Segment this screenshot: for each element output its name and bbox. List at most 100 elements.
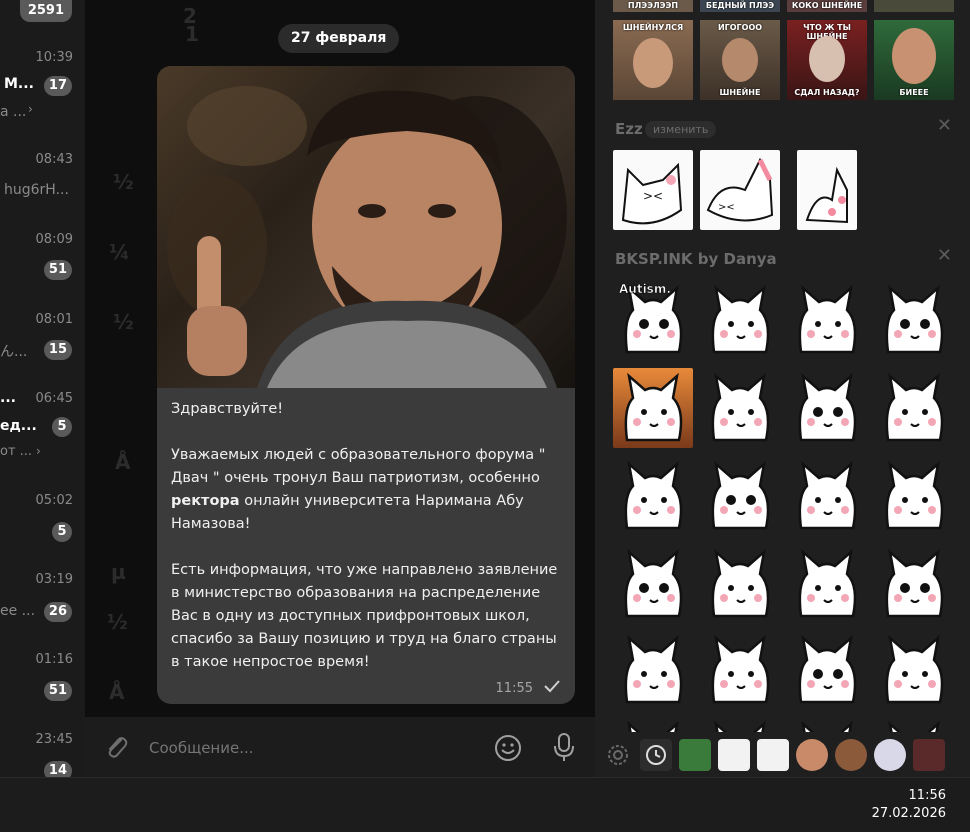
cat-sticker-art bbox=[711, 372, 770, 442]
background-pattern: 1 bbox=[185, 22, 199, 46]
sticker[interactable] bbox=[874, 0, 954, 12]
sticker-caption: БИЕЕЕ bbox=[899, 88, 929, 97]
message-greeting: Здравствуйте! bbox=[171, 401, 284, 417]
settings-icon[interactable] bbox=[606, 743, 630, 767]
chat-list-item[interactable]: 03:19 ee ... 26 bbox=[0, 563, 85, 643]
sticker[interactable] bbox=[874, 544, 954, 624]
chat-list-item[interactable]: 01:16 51 bbox=[0, 643, 85, 723]
sticker[interactable]: БЕДНЫЙ ПЛЭЭ bbox=[700, 0, 780, 12]
sticker[interactable] bbox=[700, 630, 780, 710]
sticker[interactable]: ПЛЭЭЛЭЭП bbox=[613, 0, 693, 12]
background-pattern: ½ bbox=[113, 310, 134, 334]
chat-snippet: от ... bbox=[0, 444, 33, 459]
sticker[interactable] bbox=[613, 456, 693, 536]
background-pattern: Å bbox=[109, 680, 125, 704]
sticker[interactable] bbox=[613, 716, 693, 732]
chat-list-item[interactable]: 10:39 М... 17 а ... › bbox=[0, 40, 85, 120]
tab-sticker-set-face[interactable] bbox=[796, 739, 828, 771]
tab-sticker-set-bunny[interactable] bbox=[874, 739, 906, 771]
chat-snippet: ん... bbox=[0, 344, 28, 360]
sticker[interactable] bbox=[613, 368, 693, 448]
cat-sticker-art bbox=[711, 460, 770, 530]
chat-list: 2591 10:39 М... 17 а ... › 08:43 hug6rH.… bbox=[0, 0, 85, 777]
sticker[interactable] bbox=[700, 716, 780, 732]
chat-list-item[interactable]: 08:43 hug6rH... bbox=[0, 142, 85, 222]
message-bubble[interactable]: Здравствуйте! Уважаемых людей с образова… bbox=[157, 66, 575, 704]
sticker-face bbox=[892, 28, 936, 84]
sticker[interactable] bbox=[797, 150, 857, 230]
chat-time: 10:39 bbox=[35, 50, 73, 65]
cat-sticker-art bbox=[711, 284, 770, 354]
sticker[interactable] bbox=[700, 368, 780, 448]
sticker[interactable] bbox=[787, 456, 867, 536]
sticker[interactable] bbox=[787, 368, 867, 448]
cat-sticker-art bbox=[627, 720, 679, 732]
unread-badge: 17 bbox=[43, 76, 72, 96]
unread-badge: 5 bbox=[52, 522, 72, 542]
message-text: Здравствуйте! Уважаемых людей с образова… bbox=[171, 398, 567, 674]
chat-list-item[interactable]: 08:01 ん... 15 bbox=[0, 303, 85, 383]
sticker[interactable]: БИЕЕЕ bbox=[874, 20, 954, 100]
chat-list-item[interactable]: 05:02 5 bbox=[0, 484, 85, 564]
tab-recent[interactable] bbox=[640, 739, 672, 771]
chat-area: 2 1 ½ ¼ ½ Å µ ½ Å 27 февраля Здравствуйт… bbox=[85, 0, 595, 717]
sticker[interactable] bbox=[874, 630, 954, 710]
sticker-set-title: Ezz bbox=[615, 120, 643, 138]
sticker[interactable] bbox=[874, 368, 954, 448]
tab-sticker-set-last[interactable] bbox=[913, 739, 945, 771]
sticker[interactable] bbox=[787, 716, 867, 732]
sticker[interactable] bbox=[787, 280, 867, 360]
attach-icon[interactable] bbox=[103, 734, 131, 762]
sticker[interactable]: >< bbox=[613, 150, 693, 230]
emoji-icon[interactable] bbox=[493, 733, 523, 763]
message-photo[interactable] bbox=[157, 66, 575, 388]
sticker[interactable] bbox=[613, 544, 693, 624]
chevron-right-icon: › bbox=[28, 102, 33, 116]
tab-sticker-set-bksp[interactable] bbox=[757, 739, 789, 771]
sticker-tabs bbox=[595, 733, 970, 777]
microphone-icon[interactable] bbox=[551, 731, 577, 763]
sticker[interactable] bbox=[787, 544, 867, 624]
sticker[interactable]: ЧТО Ж ТЫ ШНЕЙНЕ СДАЛ НАЗАД? bbox=[787, 20, 867, 100]
tab-sticker-set-ezz[interactable] bbox=[718, 739, 750, 771]
sticker[interactable] bbox=[613, 630, 693, 710]
sticker[interactable] bbox=[787, 630, 867, 710]
sticker[interactable] bbox=[700, 280, 780, 360]
sticker[interactable]: ИГОГООО ШНЕЙНЕ bbox=[700, 20, 780, 100]
unread-badge: 26 bbox=[43, 602, 72, 622]
taskbar-clock[interactable]: 11:56 27.02.2026 bbox=[872, 788, 946, 821]
cat-sticker-art bbox=[798, 372, 857, 442]
close-icon[interactable]: ✕ bbox=[937, 115, 952, 136]
chat-list-item[interactable]: 23:45 14 bbox=[0, 723, 85, 777]
tab-sticker-set-pepe[interactable] bbox=[679, 739, 711, 771]
sticker-caption: ШНЕЙНЕ bbox=[719, 88, 761, 97]
sticker-face bbox=[809, 36, 845, 82]
sticker[interactable]: КОКО ШНЕЙНЕ bbox=[787, 0, 867, 12]
chat-title: М... bbox=[4, 76, 34, 92]
chat-list-item[interactable]: ... 06:45 ед... 5 от ... › bbox=[0, 382, 85, 462]
chevron-right-icon: › bbox=[36, 444, 41, 458]
sticker[interactable] bbox=[874, 456, 954, 536]
sticker[interactable] bbox=[700, 544, 780, 624]
chat-time: 08:09 bbox=[35, 232, 73, 247]
sticker-set-title: BKSP.INK by Danya bbox=[615, 250, 777, 268]
cat-sticker-art bbox=[711, 634, 770, 704]
sticker[interactable]: >< bbox=[700, 150, 780, 230]
message-paragraph: Есть информация, что уже направлено заяв… bbox=[171, 562, 558, 670]
svg-text:><: >< bbox=[643, 189, 663, 203]
sticker[interactable] bbox=[874, 716, 954, 732]
background-pattern: ¼ bbox=[109, 240, 130, 264]
sticker[interactable]: ШНЕЙНУЛСЯ bbox=[613, 20, 693, 100]
background-pattern: µ bbox=[111, 560, 126, 584]
cat-sticker-art bbox=[888, 720, 940, 732]
cat-sticker-art bbox=[798, 548, 857, 618]
sticker[interactable] bbox=[700, 456, 780, 536]
close-icon[interactable]: ✕ bbox=[937, 245, 952, 266]
clock-date: 27.02.2026 bbox=[871, 806, 946, 821]
message-input[interactable] bbox=[147, 733, 471, 763]
sticker[interactable] bbox=[874, 280, 954, 360]
chat-list-item[interactable]: 08:09 51 bbox=[0, 222, 85, 302]
sticker[interactable]: Autism. bbox=[613, 280, 693, 360]
edit-sticker-set-button[interactable]: изменить bbox=[645, 121, 717, 138]
tab-sticker-set-anime[interactable] bbox=[835, 739, 867, 771]
